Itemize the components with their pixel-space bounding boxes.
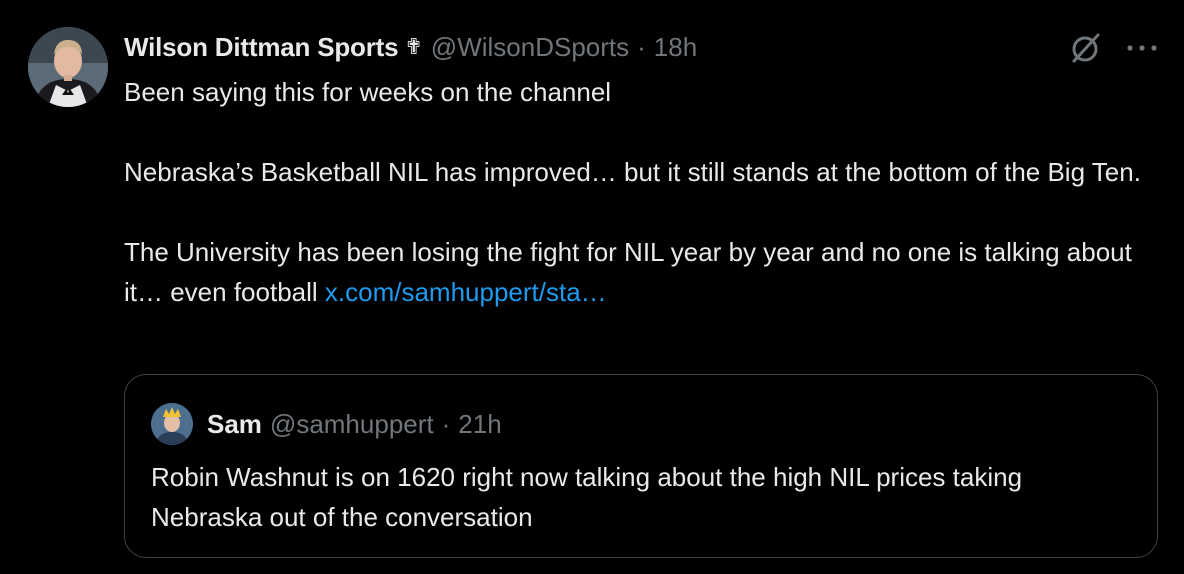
- cross-badge-icon: ✟: [404, 34, 423, 59]
- quote-separator-dot: ·: [441, 408, 451, 439]
- tweet-header: Wilson Dittman Sports ✟ @WilsonDSports ·…: [124, 30, 697, 64]
- avatar-image: [28, 27, 108, 107]
- tweet-actions: [1068, 30, 1158, 66]
- quote-avatar[interactable]: [151, 403, 193, 445]
- quoted-tweet[interactable]: Sam @samhuppert · 21h Robin Washnut is o…: [124, 374, 1158, 558]
- avatar[interactable]: [28, 27, 108, 107]
- quote-timestamp[interactable]: 21h: [458, 409, 501, 440]
- separator-dot: ·: [637, 31, 646, 62]
- quote-header: Sam @samhuppert · 21h: [207, 407, 502, 441]
- quote-avatar-image: [151, 403, 193, 445]
- tweet-paragraph-2: Nebraska’s Basketball NIL has improved… …: [124, 157, 1141, 187]
- tweet[interactable]: Wilson Dittman Sports ✟ @WilsonDSports ·…: [0, 0, 1184, 574]
- more-horizontal-icon[interactable]: [1126, 43, 1158, 53]
- display-name[interactable]: Wilson Dittman Sports: [124, 32, 399, 63]
- tweet-paragraph-1: Been saying this for weeks on the channe…: [124, 77, 612, 107]
- tweet-body: Been saying this for weeks on the channe…: [124, 72, 1144, 312]
- quote-display-name[interactable]: Sam: [207, 409, 262, 440]
- quote-text: Robin Washnut is on 1620 right now talki…: [151, 462, 1023, 532]
- user-handle[interactable]: @WilsonDSports: [431, 32, 629, 63]
- tweet-paragraph-3: The University has been losing the fight…: [124, 232, 1144, 312]
- quote-user-handle[interactable]: @samhuppert: [270, 409, 434, 440]
- timestamp[interactable]: 18h: [654, 32, 697, 63]
- quoted-tweet-link[interactable]: x.com/samhuppert/sta…: [325, 277, 607, 307]
- tweet-paragraph-3-text: The University has been losing the fight…: [124, 237, 1132, 307]
- grok-slash-circle-icon[interactable]: [1068, 30, 1104, 66]
